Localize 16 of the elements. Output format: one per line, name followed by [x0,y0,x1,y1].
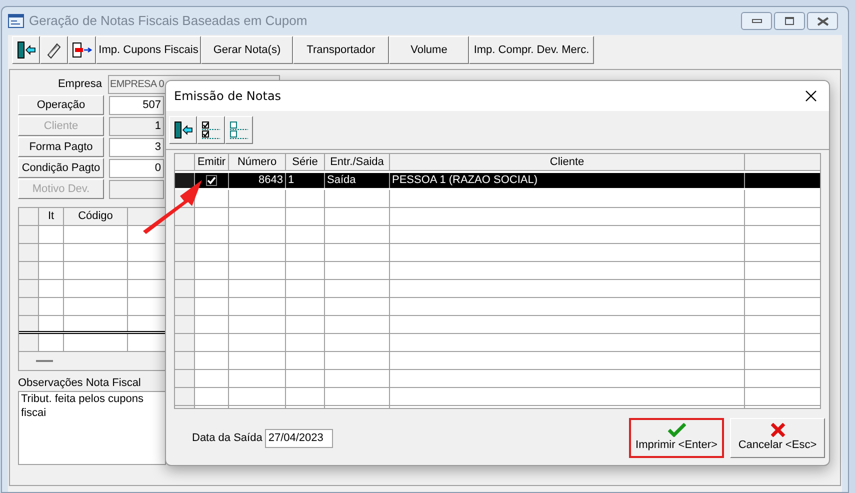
field-label: Empresa [56,76,102,92]
column-header: It [39,208,64,225]
table-cell: Saída [325,173,390,188]
column-header: Série [286,154,325,170]
observations-label: Observações Nota Fiscal [18,376,141,391]
window-title: Geração de Notas Fiscais Baseadas em Cupom [29,12,308,30]
column-header: Emitir [195,154,229,170]
table-cell: 1 [286,173,325,188]
table-cell: PESSOA 1 (RAZAO SOCIAL) [390,173,745,188]
date-label: Data da Saída [192,430,262,446]
column-header: Número [229,154,286,170]
column-header: Código [64,208,128,225]
column-header: Cliente [390,154,745,170]
table-cell: 8643 [229,173,286,188]
dialog-title: Emissão de Notas [174,88,282,105]
column-header: Entr./Saida [325,154,390,170]
